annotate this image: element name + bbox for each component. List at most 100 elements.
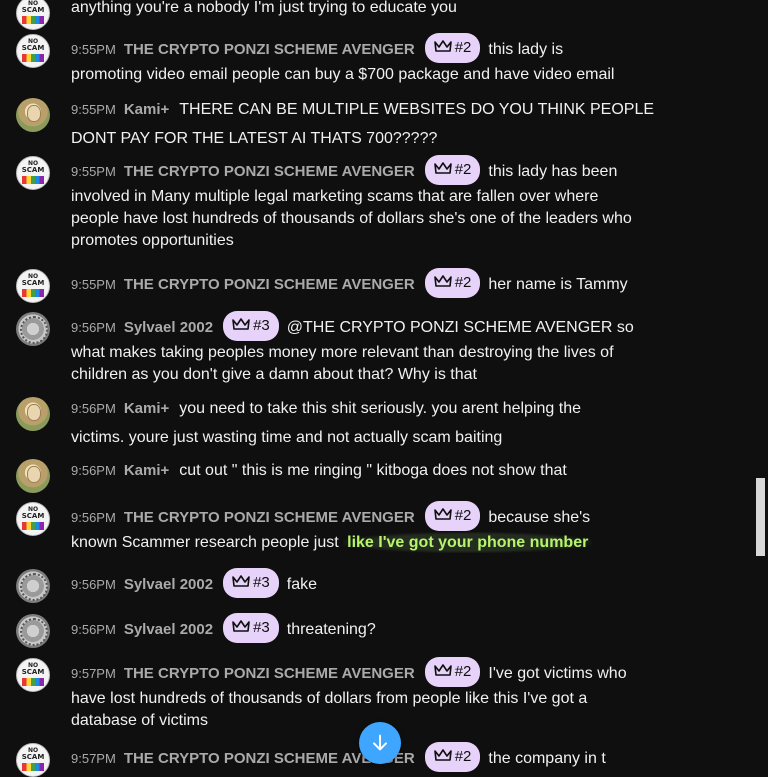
badge-rank: #3: [253, 619, 270, 636]
message-timestamp: 9:56PM: [71, 510, 116, 526]
message-line: 9:56PM Sylvael 2002 #3 @THE CRYPTO PONZI SC…: [71, 311, 634, 343]
message-text: THERE CAN BE MULTIPLE WEBSITES DO YOU TH…: [179, 101, 655, 118]
message-text: people have lost hundreds of thousands o…: [71, 210, 632, 227]
avatar-face: [27, 466, 41, 483]
message-line: victims. youre just wasting time and not…: [71, 427, 502, 449]
message-timestamp: 9:55PM: [71, 102, 116, 117]
avatar-text: SCAM: [21, 668, 45, 676]
avatar[interactable]: NO SCAM: [16, 743, 50, 777]
author-name[interactable]: Sylvael 2002: [124, 621, 213, 638]
avatar[interactable]: [16, 98, 50, 132]
message-line: 9:55PM THE CRYPTO PONZI SCHEME AVENGER #2 t…: [71, 33, 564, 65]
author-name[interactable]: Kami+: [124, 462, 169, 479]
message-line: 9:55PM Kami+ THERE CAN BE MULTIPLE WEBSITE…: [71, 99, 654, 121]
author-name[interactable]: THE CRYPTO PONZI SCHEME AVENGER: [124, 665, 415, 682]
message-line: have lost hundreds of thousands of dolla…: [71, 688, 587, 710]
message-line: what makes taking peoples money more rel…: [71, 342, 614, 364]
avatar[interactable]: NO SCAM: [16, 658, 50, 692]
badge-rank: #2: [454, 161, 472, 178]
member-rank-badge: #2: [424, 657, 481, 687]
message-line: 9:57PM THE CRYPTO PONZI SCHEME AVENGER #2 t…: [71, 742, 606, 774]
avatar-stripe: [22, 176, 44, 184]
message-text: children as you don't give a damn about …: [71, 366, 477, 383]
avatar[interactable]: NO SCAM: [16, 156, 50, 190]
message-line: children as you don't give a damn about …: [71, 364, 477, 386]
avatar-stripe: [22, 763, 44, 771]
badge-rank: #2: [454, 274, 472, 291]
author-name[interactable]: THE CRYPTO PONZI SCHEME AVENGER: [124, 41, 415, 58]
message-timestamp: 9:56PM: [71, 401, 116, 416]
scrollbar-thumb[interactable]: [756, 478, 765, 556]
avatar-text: SCAM: [21, 166, 45, 174]
avatar[interactable]: NO SCAM: [16, 269, 50, 303]
member-rank-badge: #2: [424, 501, 481, 531]
member-rank-badge: #2: [424, 268, 481, 298]
message-timestamp: 9:56PM: [71, 320, 116, 336]
scroll-to-bottom-button[interactable]: [359, 722, 401, 764]
avatar-text: SCAM: [21, 6, 45, 14]
message-text: have lost hundreds of thousands of dolla…: [71, 690, 588, 707]
message-line: 9:55PM THE CRYPTO PONZI SCHEME AVENGER #2 h…: [71, 268, 628, 300]
message-line: 9:56PM Kami+ cut out " this is me ringing …: [71, 460, 567, 482]
member-rank-badge: #3: [223, 568, 279, 598]
message-text: I've got victims who: [488, 665, 627, 683]
message-text: promotes opportunities: [71, 232, 234, 249]
message-line: 9:56PM Sylvael 2002 #3 fake: [71, 568, 317, 600]
message-text: the company in t: [488, 750, 606, 768]
avatar[interactable]: [16, 459, 50, 493]
avatar[interactable]: [16, 569, 50, 603]
author-name[interactable]: THE CRYPTO PONZI SCHEME AVENGER: [124, 509, 415, 526]
author-name[interactable]: Sylvael 2002: [124, 576, 213, 593]
message-text: involved in Many multiple legal marketin…: [71, 188, 599, 205]
message-text: known Scammer research people just: [71, 534, 339, 551]
message-line: anything you're a nobody I'm just trying…: [71, 0, 457, 19]
message-line: promotes opportunities: [71, 230, 234, 252]
badge-rank: #2: [454, 507, 472, 524]
avatar[interactable]: [16, 614, 50, 648]
message-line: people have lost hundreds of thousands o…: [71, 208, 632, 230]
highlighted-text: like I've got your phone number: [343, 532, 593, 553]
message-line: 9:56PM THE CRYPTO PONZI SCHEME AVENGER #2 b…: [71, 501, 590, 533]
message-text: what makes taking peoples money more rel…: [71, 344, 614, 361]
message-timestamp: 9:57PM: [71, 751, 116, 767]
crown-icon: [232, 318, 250, 330]
avatar-text: SCAM: [21, 44, 45, 52]
author-name[interactable]: Kami+: [124, 400, 169, 417]
crown-icon: [433, 749, 452, 761]
message-timestamp: 9:55PM: [71, 42, 116, 58]
avatar-stripe: [22, 522, 44, 530]
avatar-text: SCAM: [21, 753, 45, 761]
avatar[interactable]: [16, 312, 50, 346]
message-line: involved in Many multiple legal marketin…: [71, 186, 598, 208]
author-name[interactable]: Sylvael 2002: [124, 319, 213, 336]
message-timestamp: 9:56PM: [71, 622, 116, 638]
message-line: DONT PAY FOR THE LATEST AI THATS 700????…: [71, 128, 437, 150]
avatar-text: SCAM: [21, 512, 45, 520]
author-name[interactable]: Kami+: [124, 101, 169, 118]
author-name[interactable]: THE CRYPTO PONZI SCHEME AVENGER: [124, 276, 415, 293]
avatar[interactable]: NO SCAM: [16, 502, 50, 536]
badge-rank: #3: [253, 574, 270, 591]
author-name[interactable]: THE CRYPTO PONZI SCHEME AVENGER: [124, 163, 415, 180]
badge-rank: #2: [454, 39, 472, 56]
message-text: @THE CRYPTO PONZI SCHEME AVENGER so: [286, 319, 634, 337]
badge-rank: #2: [454, 748, 472, 765]
message-text: DONT PAY FOR THE LATEST AI THATS 700????…: [71, 130, 438, 147]
avatar[interactable]: [16, 397, 50, 431]
avatar[interactable]: NO SCAM: [16, 34, 50, 68]
message-timestamp: 9:56PM: [71, 577, 116, 593]
avatar-face: [27, 105, 41, 122]
message-text: fake: [286, 576, 317, 594]
badge-rank: #3: [253, 317, 270, 334]
message-timestamp: 9:56PM: [71, 463, 116, 478]
message-text: cut out " this is me ringing " kitboga d…: [179, 462, 567, 479]
message-text: victims. youre just wasting time and not…: [71, 429, 503, 446]
message-text: this lady is: [488, 41, 564, 59]
message-text: database of victims: [71, 712, 208, 729]
message-timestamp: 9:55PM: [71, 277, 116, 293]
message-line: 9:57PM THE CRYPTO PONZI SCHEME AVENGER #2 I…: [71, 657, 627, 689]
crown-icon: [433, 508, 452, 520]
message-line: 9:55PM THE CRYPTO PONZI SCHEME AVENGER #2 t…: [71, 155, 617, 187]
avatar-coin-rim: [20, 573, 48, 601]
avatar-stripe: [22, 54, 44, 62]
